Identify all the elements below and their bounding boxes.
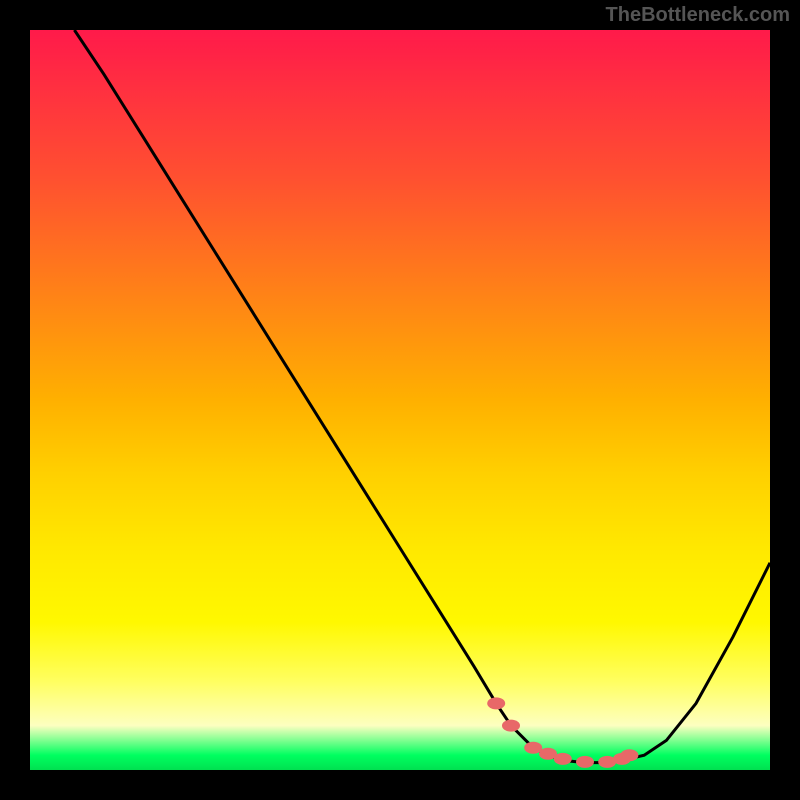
marker-dot — [502, 720, 520, 732]
chart-container: TheBottleneck.com — [0, 0, 800, 800]
curve-svg — [30, 30, 770, 770]
marker-dot — [487, 697, 505, 709]
main-curve — [74, 30, 770, 763]
marker-group — [487, 697, 638, 768]
plot-area — [30, 30, 770, 770]
watermark-text: TheBottleneck.com — [606, 4, 790, 27]
marker-dot — [576, 756, 594, 768]
curve-path-group — [74, 30, 770, 763]
marker-dot — [554, 753, 572, 765]
marker-dot — [620, 749, 638, 761]
